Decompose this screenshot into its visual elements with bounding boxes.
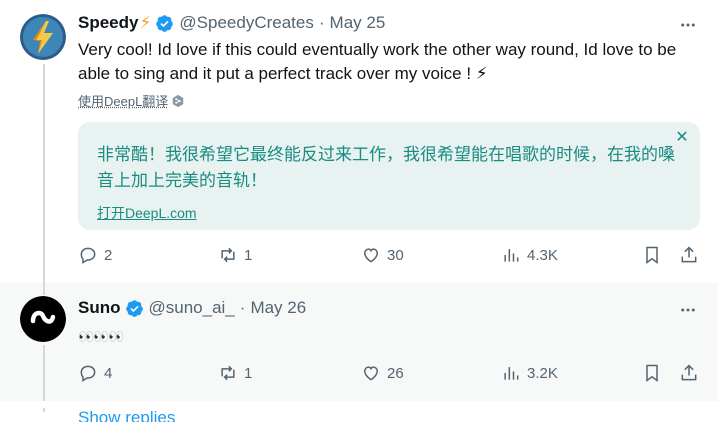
translate-link[interactable]: 使用DeepL翻译	[78, 91, 185, 110]
separator-dot: ·	[318, 13, 325, 32]
avatar-speedy[interactable]	[20, 14, 66, 60]
reply-icon	[80, 247, 96, 264]
deepl-icon	[173, 94, 184, 107]
tweet-header: Speedy ⚡ @SpeedyCreates · May 25	[78, 12, 385, 34]
verified-badge-icon	[156, 14, 174, 32]
thread-dots	[43, 408, 45, 412]
repost-count: 1	[244, 246, 253, 264]
more-icon[interactable]	[678, 300, 698, 320]
bookmark-icon	[646, 364, 658, 382]
display-name[interactable]: Suno	[78, 297, 121, 319]
reply-count: 4	[104, 364, 113, 382]
views-icon	[504, 249, 519, 262]
translation-text: 非常酷！我很希望它最终能反过来工作，我很希望能在唱歌的时候，在我的嗓音上加上完美…	[97, 145, 675, 191]
timestamp[interactable]: May 25	[330, 12, 386, 34]
more-icon[interactable]	[678, 15, 698, 35]
separator-dot: ·	[239, 298, 246, 317]
tweet-text: 👀👀👀	[78, 329, 125, 344]
verified-badge-icon	[125, 299, 143, 317]
handle[interactable]: @suno_ai_	[149, 297, 235, 319]
action-bar: 4 1 26 3.2K	[78, 363, 700, 387]
name-emoji: ⚡	[139, 13, 152, 32]
handle[interactable]: @SpeedyCreates	[179, 12, 313, 34]
show-replies-link[interactable]: Show replies	[78, 408, 175, 422]
share-button[interactable]	[679, 363, 699, 383]
close-icon[interactable]: ✕	[674, 130, 690, 146]
views-count: 4.3K	[527, 246, 558, 264]
bookmark-icon	[646, 246, 658, 264]
reply-count: 2	[104, 246, 113, 264]
reply-icon	[80, 365, 96, 382]
share-icon	[681, 364, 697, 381]
avatar-suno[interactable]	[20, 296, 66, 342]
views-icon	[504, 367, 519, 380]
reply-button[interactable]: 4	[78, 363, 112, 383]
repost-button[interactable]: 1	[218, 245, 252, 265]
repost-button[interactable]: 1	[218, 363, 252, 383]
thread-line	[43, 64, 45, 283]
views-button[interactable]: 4.3K	[501, 245, 558, 265]
views-count: 3.2K	[527, 364, 558, 382]
share-button[interactable]	[679, 245, 699, 265]
tweet-header: Suno @suno_ai_ · May 26	[78, 297, 306, 319]
reply-button[interactable]: 2	[78, 245, 112, 265]
views-button[interactable]: 3.2K	[501, 363, 558, 383]
like-icon	[363, 366, 379, 381]
thread-line	[43, 283, 45, 295]
open-deepl-link[interactable]: 打开DeepL.com	[97, 203, 197, 223]
deepl-translation-box: 非常酷！我很希望它最终能反过来工作，我很希望能在唱歌的时候，在我的嗓音上加上完美…	[78, 122, 700, 230]
like-count: 26	[387, 364, 404, 382]
thread-line	[43, 345, 45, 401]
bookmark-button[interactable]	[642, 245, 662, 265]
action-bar: 2 1 30 4.3K	[78, 245, 700, 269]
tweet-text: Very cool! Id love if this could eventua…	[78, 40, 677, 83]
repost-count: 1	[244, 364, 253, 382]
tweet-suno[interactable]: Suno @suno_ai_ · May 26 👀👀👀 4 1 26 3.2K	[0, 283, 718, 401]
like-count: 30	[387, 246, 404, 264]
timestamp[interactable]: May 26	[250, 297, 306, 319]
share-icon	[681, 246, 697, 263]
like-button[interactable]: 30	[361, 245, 404, 265]
display-name[interactable]: Speedy	[78, 12, 138, 34]
like-icon	[363, 248, 379, 263]
translate-label: 使用DeepL翻译	[78, 94, 169, 109]
bookmark-button[interactable]	[642, 363, 662, 383]
repost-icon	[221, 365, 235, 381]
repost-icon	[221, 247, 235, 263]
tweet-speedy[interactable]: Speedy ⚡ @SpeedyCreates · May 25 Very co…	[0, 0, 718, 283]
like-button[interactable]: 26	[361, 363, 404, 383]
